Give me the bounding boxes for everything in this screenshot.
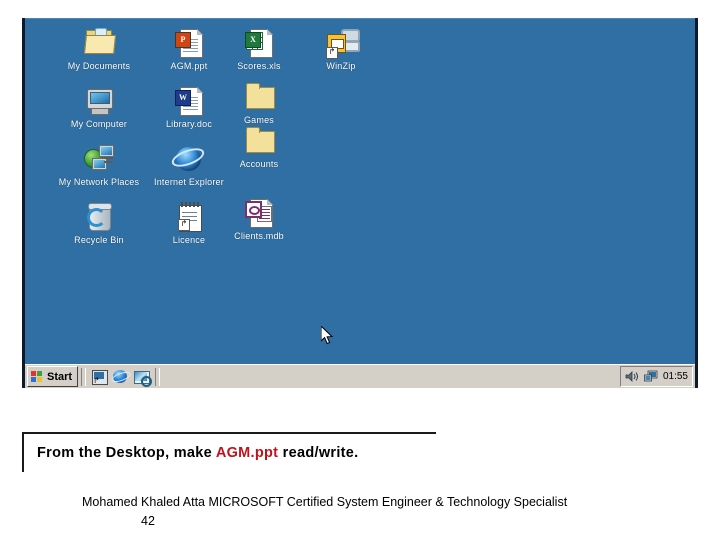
desktop-icon-label: My Computer [70,119,128,129]
speaker-icon[interactable] [625,370,639,383]
desktop-icon-games-folder[interactable]: Games [215,81,303,125]
outlook-express-icon[interactable] [133,368,153,387]
winzip-icon: ↱ [325,27,360,59]
desktop-icon-label: My Documents [67,61,131,71]
desktop-icon-my-documents[interactable]: My Documents [55,27,143,71]
start-button[interactable]: Start [27,366,79,387]
internet-explorer-icon[interactable] [110,368,132,385]
taskbar-clock[interactable]: 01:55 [663,371,688,382]
windows-flag-icon [31,370,44,383]
instruction-callout: From the Desktop, make AGM.ppt read/writ… [22,432,436,472]
desktop-icon-label: Games [243,115,274,125]
network-places-icon [83,143,115,175]
desktop-icon-winzip[interactable]: ↱ WinZip [297,27,385,71]
excel-file-icon: X [243,27,275,59]
desktop-icon-recycle-bin[interactable]: Recycle Bin [55,201,143,245]
my-documents-icon [83,27,116,59]
desktop-icon-scores-xls[interactable]: X Scores.xls [215,27,303,71]
word-file-icon: W [173,85,205,117]
desktop-surface[interactable]: My Documents P AGM.ppt X Scores.xls ↱ Wi… [25,18,695,364]
my-computer-icon [83,85,115,117]
internet-explorer-icon [169,143,207,175]
desktop-icon-label: Scores.xls [237,61,281,71]
mouse-cursor [320,324,335,346]
taskbar-divider [81,367,87,386]
instruction-prefix: From the Desktop, make [37,445,216,461]
taskbar: Start ↱ 01:55 [25,364,695,388]
desktop-icon-label: Accounts [239,159,279,169]
desktop-icon-label: Recycle Bin [74,235,124,245]
desktop-icon-my-computer[interactable]: My Computer [55,85,143,129]
recycle-bin-icon [83,201,115,233]
notepad-shortcut-icon: ↱ [173,201,205,233]
instruction-suffix: read/write. [278,445,359,461]
system-tray: 01:55 [619,366,693,387]
network-connection-icon[interactable] [644,370,658,383]
powerpoint-file-icon: P [173,27,205,59]
show-desktop-icon[interactable]: ↱ [91,368,109,385]
desktop-icon-label: My Network Places [58,177,140,187]
desktop-icon-label: Clients.mdb [234,231,284,241]
desktop-screenshot-image: My Documents P AGM.ppt X Scores.xls ↱ Wi… [22,18,698,388]
desktop-icon-label: WinZip [326,61,356,71]
folder-icon [243,81,275,113]
instruction-text: From the Desktop, make AGM.ppt read/writ… [37,445,359,461]
desktop-icon-my-network-places[interactable]: My Network Places [55,143,143,187]
access-file-icon [243,197,275,229]
desktop-icon-label: Internet Explorer [154,177,224,187]
slide-page-number: 42 [141,514,155,528]
instruction-highlighted-filename: AGM.ppt [215,445,279,461]
start-button-label: Start [47,370,73,383]
slide-footer: Mohamed Khaled Atta MICROSOFT Certified … [82,495,568,509]
folder-icon [243,125,275,157]
desktop-icon-accounts-folder[interactable]: Accounts [215,125,303,169]
taskbar-divider [155,367,161,386]
desktop-icon-clients-mdb[interactable]: Clients.mdb [215,197,303,241]
